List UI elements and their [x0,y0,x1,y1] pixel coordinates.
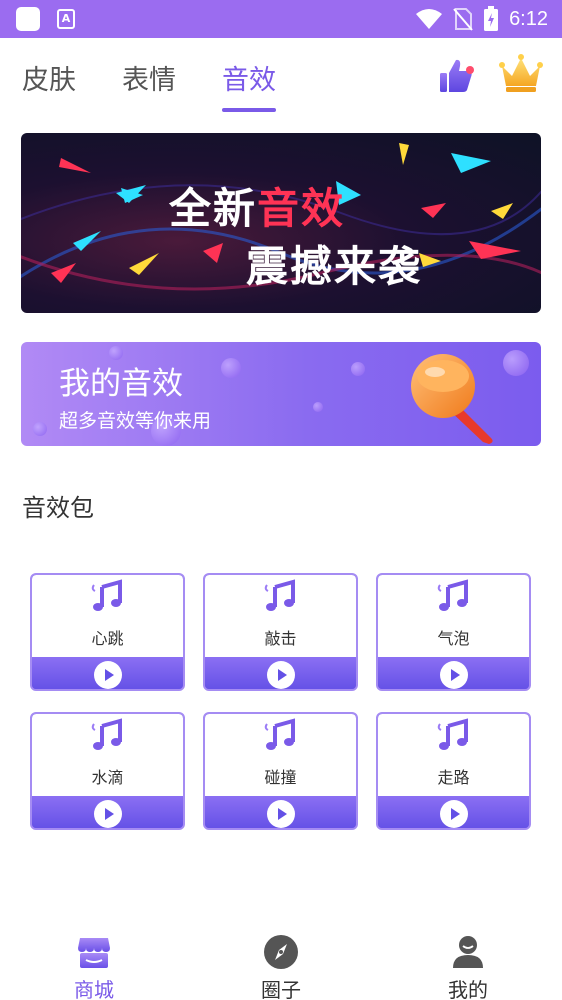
sound-pack-card[interactable]: 气泡 [376,573,531,691]
play-button[interactable] [267,800,295,828]
play-icon [278,808,287,820]
music-note-icon [264,718,295,750]
play-button[interactable] [94,661,122,689]
status-bar: A 6:12 [0,0,562,38]
sound-pack-label: 敲击 [264,629,297,648]
nav-item-circle[interactable]: 圈子 [241,934,321,1000]
sound-pack-card[interactable]: 走路 [376,712,531,830]
category-tabs: 皮肤 表情 音效 [0,38,562,120]
banner-subheadline: 震撼来袭 [246,242,423,291]
play-icon [451,808,460,820]
nav-label-circle: 圈子 [261,978,301,1000]
tab-skins[interactable]: 皮肤 [22,58,76,97]
promo-banner[interactable]: 全新音效 震撼来袭 [21,133,541,313]
bubble-decoration [221,358,241,378]
bubble-decoration [313,402,323,412]
wifi-icon [416,9,443,29]
banner-headline: 全新音效 [169,184,346,233]
play-icon [278,669,287,681]
nav-label-store: 商城 [74,978,114,1000]
microphone-icon [411,354,493,444]
no-sim-icon [453,8,473,31]
nav-item-store[interactable]: 商城 [54,934,134,1000]
sound-pack-label: 心跳 [91,629,124,648]
my-sound-effects-subtitle: 超多音效等你来用 [59,410,212,432]
play-icon [105,669,114,681]
my-sound-effects-title: 我的音效 [59,366,183,402]
play-button[interactable] [267,661,295,689]
keyboard-app-icon: A [57,9,75,29]
play-button[interactable] [440,661,468,689]
music-note-icon [91,579,122,611]
play-button[interactable] [94,800,122,828]
my-sound-effects-card[interactable]: 我的音效 超多音效等你来用 [21,342,541,446]
play-icon [105,808,114,820]
section-title-sound-packs: 音效包 [22,494,94,522]
sound-pack-label: 走路 [437,768,470,787]
notification-app-icon [16,7,40,31]
clock: 6:12 [509,7,548,30]
battery-icon [484,6,499,31]
bubble-decoration [503,350,529,376]
user-icon [453,936,483,968]
music-note-icon [437,718,468,750]
music-note-icon [437,579,468,611]
store-icon [78,938,110,968]
bottom-navigation: 商城 圈子 我的 [0,930,562,1000]
sound-pack-card[interactable]: 碰撞 [203,712,358,830]
sound-pack-card[interactable]: 敲击 [203,573,358,691]
nav-label-mine: 我的 [448,978,488,1000]
sound-pack-label: 气泡 [437,629,470,648]
sound-pack-label: 碰撞 [264,768,297,787]
play-button[interactable] [440,800,468,828]
nav-item-mine[interactable]: 我的 [428,934,508,1000]
compass-icon [264,935,298,969]
sound-pack-label: 水滴 [91,768,124,787]
tab-stickers[interactable]: 表情 [122,58,176,97]
sound-pack-card[interactable]: 水滴 [30,712,185,830]
music-note-icon [91,718,122,750]
active-tab-indicator [222,108,276,112]
bubble-decoration [351,362,365,376]
sound-pack-card[interactable]: 心跳 [30,573,185,691]
bubble-decoration [33,422,47,436]
crown-icon[interactable] [498,52,544,96]
tab-sound-effects[interactable]: 音效 [222,58,276,97]
play-icon [451,669,460,681]
music-note-icon [264,579,295,611]
thumbs-up-icon[interactable] [436,56,476,96]
